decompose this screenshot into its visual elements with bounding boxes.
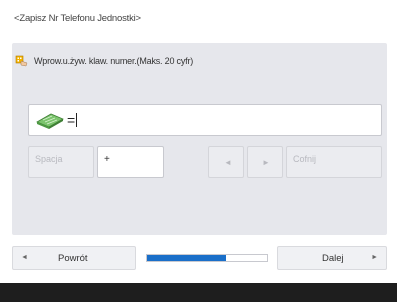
- navigation-bar: ◄ Powrót Dalej ►: [12, 246, 387, 270]
- cursor-right-icon: ►: [262, 158, 270, 167]
- space-key-label: Spacja: [35, 154, 63, 164]
- text-caret: [76, 113, 78, 127]
- instruction-row: Wprow.u.żyw. klaw. numer.(Maks. 20 cyfr): [15, 55, 193, 67]
- back-button[interactable]: ◄ Powrót: [12, 246, 136, 270]
- space-key[interactable]: Spacja: [28, 146, 94, 178]
- status-footer: [0, 283, 397, 302]
- number-input-field[interactable]: =: [28, 104, 382, 136]
- cursor-right-key[interactable]: ►: [247, 146, 283, 178]
- next-button[interactable]: Dalej ►: [277, 246, 387, 270]
- screen-title: <Zapisz Nr Telefonu Jednostki>: [14, 13, 141, 24]
- back-button-label: Powrót: [58, 253, 88, 264]
- next-arrow-icon: ►: [371, 254, 378, 261]
- progress-fill: [147, 255, 227, 261]
- keyboard-icon: [35, 111, 65, 129]
- hand-keypad-icon: [15, 55, 29, 67]
- cursor-left-key[interactable]: ◄: [208, 146, 244, 178]
- next-button-label: Dalej: [322, 253, 344, 264]
- progress-bar: [146, 254, 268, 262]
- input-panel: [12, 43, 387, 235]
- cursor-left-icon: ◄: [224, 158, 232, 167]
- plus-key[interactable]: +: [97, 146, 164, 178]
- plus-key-label: +: [104, 154, 110, 165]
- backspace-key[interactable]: Cofnij: [286, 146, 382, 178]
- instruction-text: Wprow.u.żyw. klaw. numer.(Maks. 20 cyfr): [34, 56, 194, 66]
- input-value: =: [67, 112, 76, 128]
- back-arrow-icon: ◄: [21, 254, 28, 261]
- backspace-key-label: Cofnij: [293, 154, 317, 164]
